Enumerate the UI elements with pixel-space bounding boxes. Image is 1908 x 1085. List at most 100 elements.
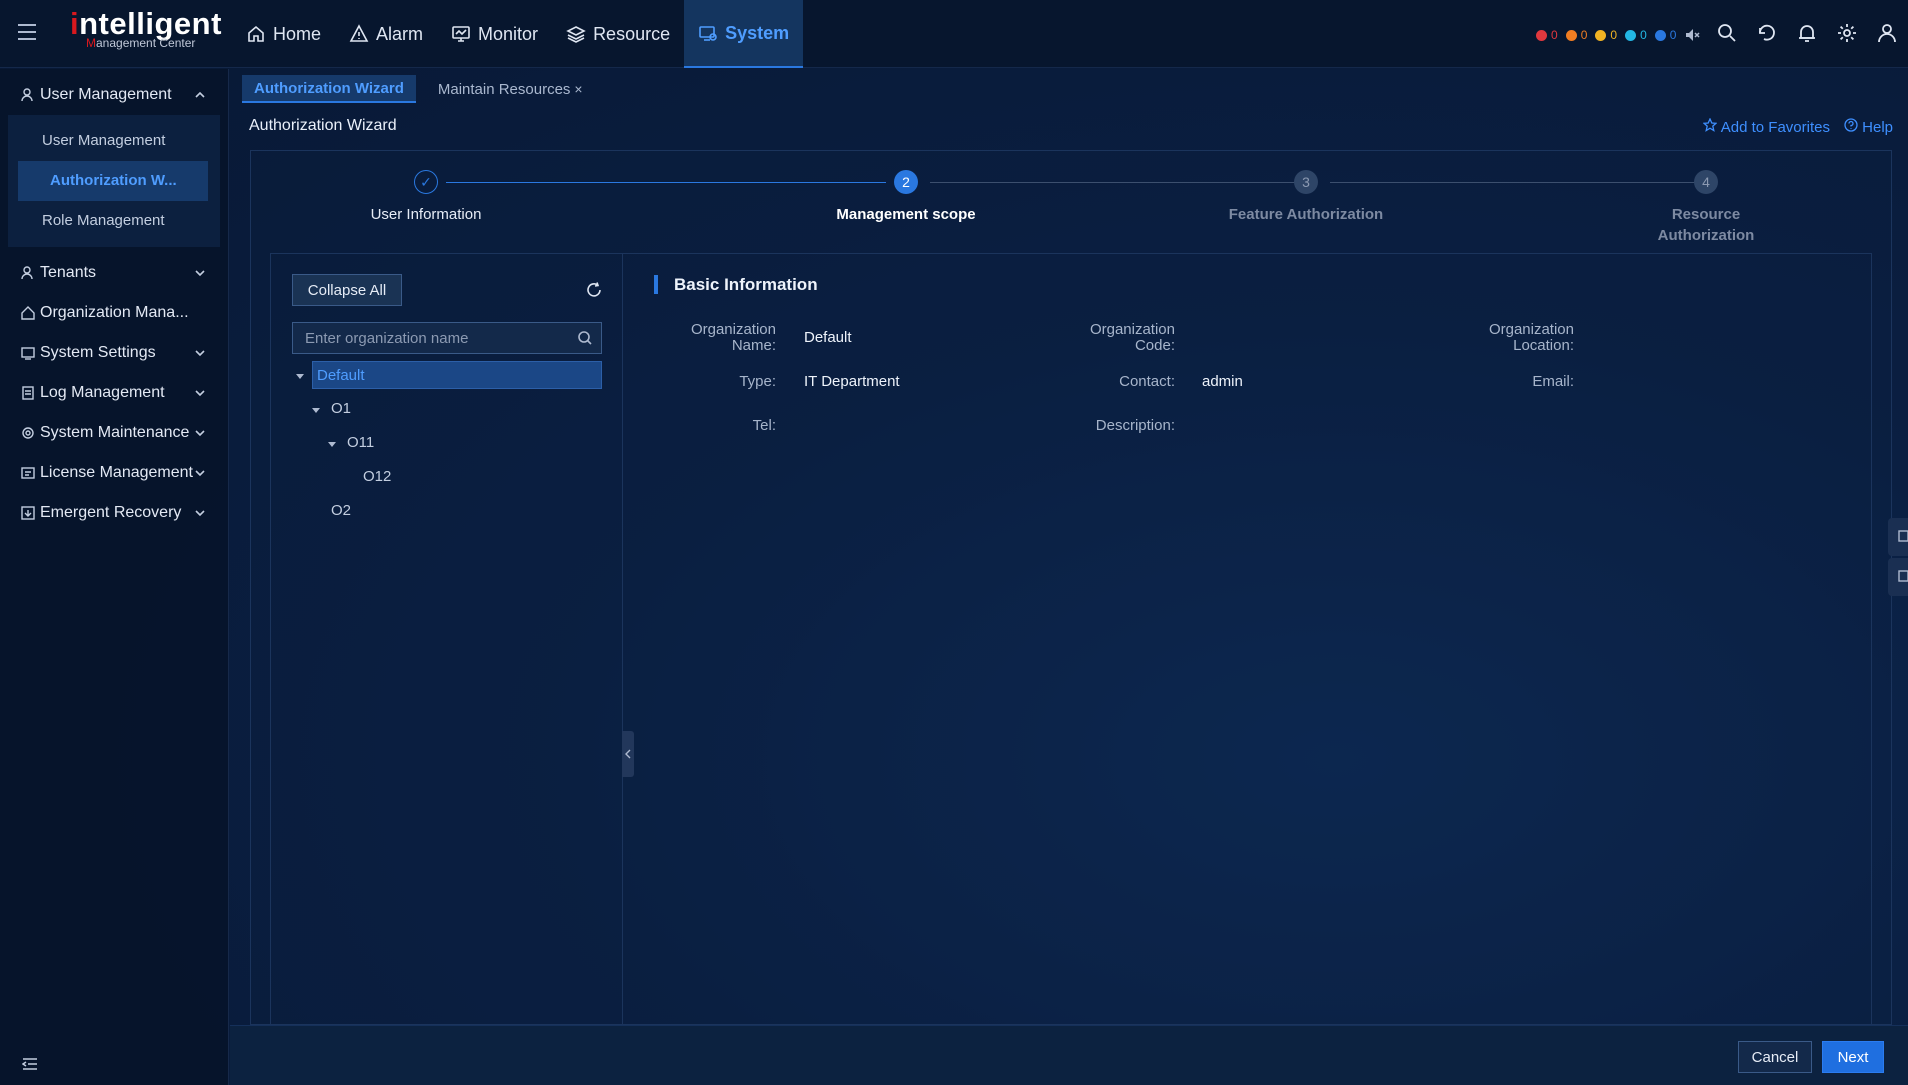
step-connector bbox=[930, 182, 1304, 183]
sidebar-item-emergent-recovery[interactable]: Emergent Recovery bbox=[0, 493, 228, 533]
search-icon[interactable] bbox=[1716, 22, 1738, 44]
critical-count: 0 bbox=[1551, 28, 1558, 42]
tree-node-default[interactable]: Default bbox=[312, 361, 602, 389]
sidebar-sub-user-management[interactable]: User Management bbox=[8, 121, 220, 161]
step-1-label: User Information bbox=[370, 206, 482, 223]
tree-node-o12[interactable]: O12 bbox=[363, 463, 391, 491]
tab-authorization-wizard[interactable]: Authorization Wizard bbox=[242, 75, 416, 103]
alarm-icon bbox=[349, 24, 369, 42]
nav-alarm-label: Alarm bbox=[376, 23, 424, 44]
page-actions: Add to Favorites Help bbox=[1702, 117, 1893, 136]
warning-dot-icon bbox=[1625, 29, 1637, 41]
sidebar-item-label: Emergent Recovery bbox=[40, 504, 182, 521]
cancel-button[interactable]: Cancel bbox=[1738, 1041, 1812, 1073]
menu-icon[interactable] bbox=[18, 24, 42, 44]
side-tool-button[interactable] bbox=[1888, 518, 1908, 556]
tab-label: Authorization Wizard bbox=[254, 80, 404, 97]
user-icon[interactable] bbox=[1876, 22, 1898, 44]
tab-maintain-resources[interactable]: Maintain Resources × bbox=[426, 75, 595, 103]
chevron-down-icon bbox=[195, 350, 205, 357]
organization-search-input[interactable] bbox=[292, 322, 602, 354]
tenant-icon bbox=[21, 266, 33, 280]
help-icon bbox=[1844, 118, 1858, 132]
organization-name-label: Organization Name: bbox=[690, 321, 776, 354]
chevron-up-icon bbox=[195, 91, 205, 98]
refresh-icon[interactable] bbox=[585, 281, 603, 299]
caret-down-icon[interactable] bbox=[312, 406, 320, 414]
info-count: 0 bbox=[1669, 28, 1677, 42]
nav-resource[interactable]: Resource bbox=[552, 0, 684, 68]
tab-label: Maintain Resources bbox=[437, 81, 571, 98]
nav-home-label: Home bbox=[273, 23, 322, 44]
step-3-label: Feature Authorization bbox=[1228, 206, 1384, 223]
mute-icon[interactable] bbox=[1684, 27, 1700, 43]
monitor-icon bbox=[452, 26, 470, 42]
help-link[interactable]: Help bbox=[1844, 118, 1893, 136]
chevron-down-icon bbox=[195, 270, 205, 277]
sidebar-item-label: System Maintenance bbox=[40, 424, 190, 441]
caret-down-icon[interactable] bbox=[328, 440, 336, 448]
step-1-check-icon: ✓ bbox=[414, 170, 438, 194]
sidebar: User Management User Management Authoriz… bbox=[0, 69, 229, 1085]
side-tool-button[interactable] bbox=[1888, 558, 1908, 596]
step-connector-done bbox=[446, 182, 886, 183]
sidebar-item-label: Organization Mana... bbox=[40, 304, 189, 321]
page-title: Authorization Wizard bbox=[249, 117, 397, 134]
caret-down-icon[interactable] bbox=[296, 372, 304, 380]
main-nav: Home Alarm Monitor Resource System bbox=[232, 0, 804, 68]
home-icon bbox=[248, 25, 264, 42]
sidebar-item-label: Tenants bbox=[40, 264, 97, 281]
sidebar-sub-authorization-wizard[interactable]: Authorization W... bbox=[18, 161, 208, 201]
email-label: Email: bbox=[1532, 373, 1574, 390]
star-icon bbox=[1702, 117, 1719, 132]
description-label: Description: bbox=[1095, 417, 1175, 434]
sidebar-item-license-management[interactable]: License Management bbox=[0, 453, 228, 493]
nav-system[interactable]: System bbox=[684, 0, 804, 68]
help-label: Help bbox=[1862, 119, 1893, 136]
sidebar-user-management[interactable]: User Management bbox=[0, 75, 228, 115]
organization-code-label: Organization Code: bbox=[1089, 321, 1175, 354]
nav-home[interactable]: Home bbox=[232, 0, 335, 68]
chevron-left-icon bbox=[625, 749, 631, 759]
sidebar-item-system-settings[interactable]: System Settings bbox=[0, 333, 228, 373]
major-count: 0 bbox=[1580, 28, 1588, 42]
tree-node-o1[interactable]: O1 bbox=[331, 395, 351, 423]
favorites-label: Add to Favorites bbox=[1720, 119, 1830, 136]
sidebar-item-log-management[interactable]: Log Management bbox=[0, 373, 228, 413]
chevron-down-icon bbox=[195, 390, 205, 397]
refresh-icon[interactable] bbox=[1756, 22, 1778, 44]
gear-icon[interactable] bbox=[1836, 22, 1858, 44]
tree-node-o11[interactable]: O11 bbox=[347, 429, 374, 457]
step-2-label: Management scope bbox=[836, 206, 976, 223]
sidebar-item-tenants[interactable]: Tenants bbox=[0, 253, 228, 293]
next-button[interactable]: Next bbox=[1822, 1041, 1884, 1073]
alarm-status-counts[interactable]: 0 0 0 0 0 bbox=[1536, 27, 1700, 43]
organization-icon bbox=[21, 306, 35, 320]
collapse-tree-handle[interactable] bbox=[622, 731, 634, 777]
settings-icon bbox=[21, 347, 35, 360]
tree-node-o2[interactable]: O2 bbox=[331, 497, 351, 525]
chevron-down-icon bbox=[195, 470, 205, 477]
collapse-all-button[interactable]: Collapse All bbox=[292, 274, 402, 306]
bell-icon[interactable] bbox=[1796, 22, 1818, 44]
organization-location-label: Organization Location: bbox=[1488, 321, 1574, 354]
nav-system-label: System bbox=[725, 22, 790, 43]
sidebar-sub-role-management[interactable]: Role Management bbox=[8, 201, 220, 241]
contact-label: Contact: bbox=[1119, 373, 1175, 390]
nav-alarm[interactable]: Alarm bbox=[335, 0, 437, 68]
collapse-sidebar-icon[interactable] bbox=[22, 1057, 38, 1071]
step-2-number: 2 bbox=[894, 170, 918, 194]
chevron-down-icon bbox=[195, 510, 205, 517]
search-icon[interactable] bbox=[577, 330, 593, 346]
basic-information-title: Basic Information bbox=[654, 275, 818, 294]
tel-label: Tel: bbox=[752, 417, 776, 434]
sidebar-item-organization[interactable]: Organization Mana... bbox=[0, 293, 228, 333]
sidebar-item-system-maintenance[interactable]: System Maintenance bbox=[0, 413, 228, 453]
nav-monitor[interactable]: Monitor bbox=[437, 0, 552, 68]
warning-count: 0 bbox=[1640, 28, 1647, 42]
top-bar: intelligent Management Center Home Alarm… bbox=[0, 0, 1908, 68]
user-management-submenu: User Management Authorization W... Role … bbox=[8, 115, 220, 247]
close-icon[interactable]: × bbox=[574, 81, 582, 97]
add-to-favorites-link[interactable]: Add to Favorites bbox=[1702, 117, 1830, 136]
message-icon bbox=[1898, 530, 1908, 542]
